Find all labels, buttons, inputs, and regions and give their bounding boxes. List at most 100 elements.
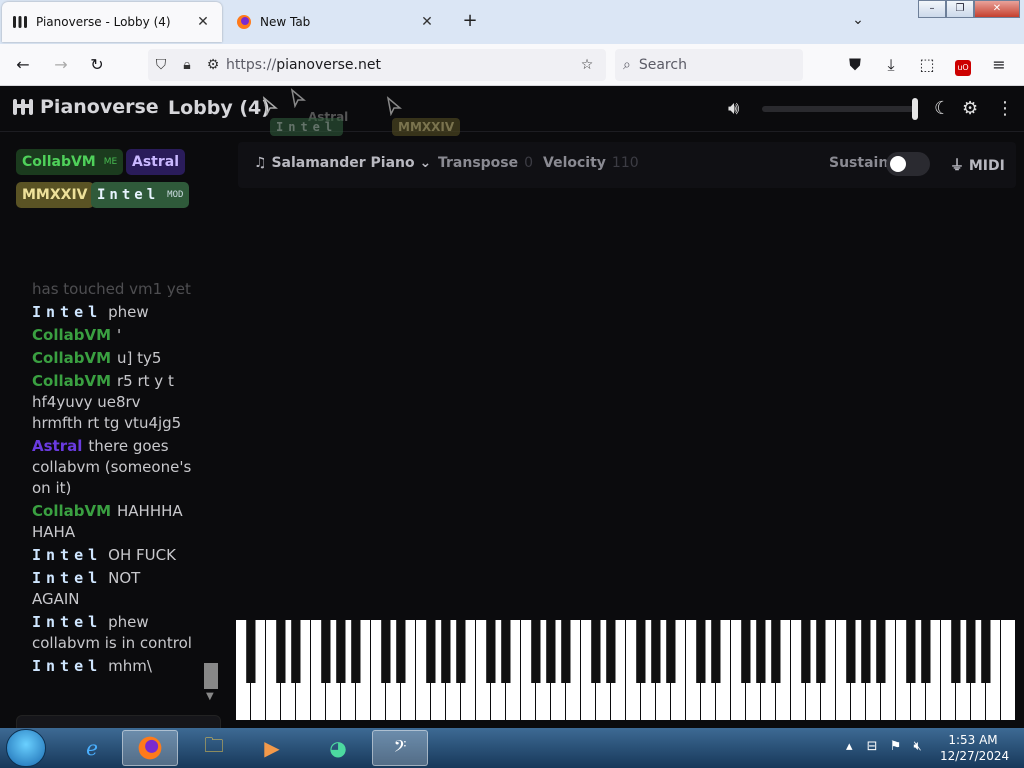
back-icon[interactable]: ← — [10, 52, 36, 78]
chat-scrollbar[interactable] — [204, 663, 218, 689]
taskbar-clock[interactable]: 1:53 AM 12/27/2024 — [940, 732, 1009, 764]
pocket-icon[interactable]: ⛊ — [842, 52, 868, 78]
ublock-icon[interactable]: uO — [950, 52, 976, 78]
internet-explorer-icon[interactable]: ℯ — [64, 730, 120, 766]
piano-black-key[interactable] — [441, 620, 451, 683]
piano-black-key[interactable] — [501, 620, 511, 683]
bookmark-star-icon[interactable]: ☆ — [574, 57, 600, 73]
chat-username[interactable]: CollabVM — [32, 502, 111, 520]
piano-black-key[interactable] — [771, 620, 781, 683]
settings-gear-icon[interactable]: ⚙ — [962, 98, 978, 119]
piano-black-key[interactable] — [426, 620, 436, 683]
chat-username[interactable]: Intel — [32, 613, 102, 631]
piano-black-key[interactable] — [486, 620, 496, 683]
volume-muted-icon[interactable]: 🔇︎ — [914, 739, 922, 754]
piano-black-key[interactable] — [336, 620, 346, 683]
user-chip-collabvm[interactable]: CollabVM ME — [16, 149, 124, 175]
file-explorer-icon[interactable]: 🗀︎ — [186, 730, 242, 766]
bass-clef-icon[interactable]: 𝄢 — [372, 730, 428, 766]
forward-icon[interactable]: → — [48, 52, 74, 78]
piano-black-key[interactable] — [276, 620, 286, 683]
firefox-taskbar-icon[interactable] — [122, 730, 178, 766]
piano-black-key[interactable] — [351, 620, 361, 683]
tab-new-tab[interactable]: New Tab ✕ — [226, 2, 446, 42]
piano-black-key[interactable] — [861, 620, 871, 683]
user-chip-mmxxiv[interactable]: MMXXIV — [16, 182, 94, 208]
shield-icon[interactable]: ⛉ — [148, 57, 174, 73]
user-chip-intel[interactable]: Intel MOD — [91, 182, 190, 208]
piano-black-key[interactable] — [756, 620, 766, 683]
piano-black-key[interactable] — [546, 620, 556, 683]
media-player-icon[interactable]: ▶ — [244, 730, 300, 766]
logo[interactable]: Pianoverse — [12, 96, 159, 118]
extensions-icon[interactable]: ⬚ — [914, 52, 940, 78]
search-input[interactable]: ⌕ Search — [615, 49, 803, 81]
piano-black-key[interactable] — [591, 620, 601, 683]
midi-button[interactable]: ⏚ MIDI — [950, 155, 1005, 175]
piano-black-key[interactable] — [696, 620, 706, 683]
url-bar[interactable]: ⛉ 🔒︎ ⚙ https://pianoverse.net ☆ — [148, 49, 606, 81]
volume-icon[interactable]: 🔊︎ — [728, 98, 739, 119]
chat-username[interactable]: CollabVM — [32, 326, 111, 344]
instrument-select[interactable]: ♫ Salamander Piano ⌄ — [254, 155, 431, 171]
reload-icon[interactable]: ↻ — [84, 52, 110, 78]
piano-black-key[interactable] — [981, 620, 991, 683]
chat-username[interactable]: Astral — [32, 437, 82, 455]
piano-black-key[interactable] — [246, 620, 256, 683]
piano-black-key[interactable] — [396, 620, 406, 683]
downloads-icon[interactable]: ⤓ — [878, 52, 904, 78]
close-tab-icon[interactable]: ✕ — [418, 14, 436, 30]
permissions-icon[interactable]: ⚙ — [200, 57, 226, 73]
dark-mode-moon-icon[interactable]: ☾ — [934, 98, 950, 119]
chat-username[interactable]: CollabVM — [32, 372, 111, 390]
piano-black-key[interactable] — [816, 620, 826, 683]
close-window-button[interactable]: ✕ — [974, 0, 1020, 18]
piano-black-key[interactable] — [636, 620, 646, 683]
chat-username[interactable]: Intel — [32, 303, 102, 321]
piano-black-key[interactable] — [381, 620, 391, 683]
volume-slider-thumb[interactable] — [912, 98, 918, 120]
scroll-down-arrow-icon[interactable]: ▼ — [206, 691, 214, 702]
piano-black-key[interactable] — [321, 620, 331, 683]
start-button[interactable] — [6, 729, 46, 767]
close-tab-icon[interactable]: ✕ — [194, 14, 212, 30]
velocity-control[interactable]: Velocity 110 — [543, 155, 639, 171]
piano-black-key[interactable] — [291, 620, 301, 683]
menu-hamburger-icon[interactable]: ≡ — [986, 52, 1012, 78]
maximize-button[interactable]: ❐ — [946, 0, 974, 18]
chat-username[interactable]: Intel — [32, 657, 102, 675]
user-chip-astral[interactable]: Astral — [126, 149, 186, 175]
volume-slider[interactable] — [762, 106, 914, 112]
lock-icon[interactable]: 🔒︎ — [174, 57, 200, 73]
chat-username[interactable]: Intel — [32, 569, 102, 587]
new-tab-button[interactable]: + — [460, 12, 480, 32]
piano-black-key[interactable] — [456, 620, 466, 683]
piano-black-key[interactable] — [561, 620, 571, 683]
piano-black-key[interactable] — [951, 620, 961, 683]
piano-keyboard[interactable] — [236, 620, 1016, 720]
show-hidden-icons-arrow-icon[interactable]: ▴ — [846, 739, 853, 754]
chat-username[interactable]: CollabVM — [32, 349, 111, 367]
piano-black-key[interactable] — [876, 620, 886, 683]
minimize-button[interactable]: – — [918, 0, 946, 18]
network-icon[interactable]: ⊟ — [867, 739, 878, 754]
piano-black-key[interactable] — [906, 620, 916, 683]
action-center-flag-icon[interactable]: ⚑ — [890, 739, 902, 754]
piano-black-key[interactable] — [921, 620, 931, 683]
piano-black-key[interactable] — [711, 620, 721, 683]
url-text[interactable]: https://pianoverse.net — [226, 57, 574, 73]
piano-black-key[interactable] — [801, 620, 811, 683]
app-icon[interactable]: ◕ — [310, 730, 366, 766]
sustain-toggle[interactable] — [886, 152, 930, 176]
piano-black-key[interactable] — [741, 620, 751, 683]
piano-black-key[interactable] — [531, 620, 541, 683]
transpose-control[interactable]: Transpose 0 — [438, 155, 533, 171]
piano-black-key[interactable] — [651, 620, 661, 683]
chat-username[interactable]: Intel — [32, 546, 102, 564]
piano-black-key[interactable] — [666, 620, 676, 683]
tab-list-chevron-icon[interactable]: ⌄ — [848, 12, 868, 32]
more-options-icon[interactable]: ⋮ — [996, 98, 1014, 119]
piano-black-key[interactable] — [606, 620, 616, 683]
tab-pianoverse[interactable]: Pianoverse - Lobby (4) ✕ — [2, 2, 222, 42]
piano-black-key[interactable] — [966, 620, 976, 683]
